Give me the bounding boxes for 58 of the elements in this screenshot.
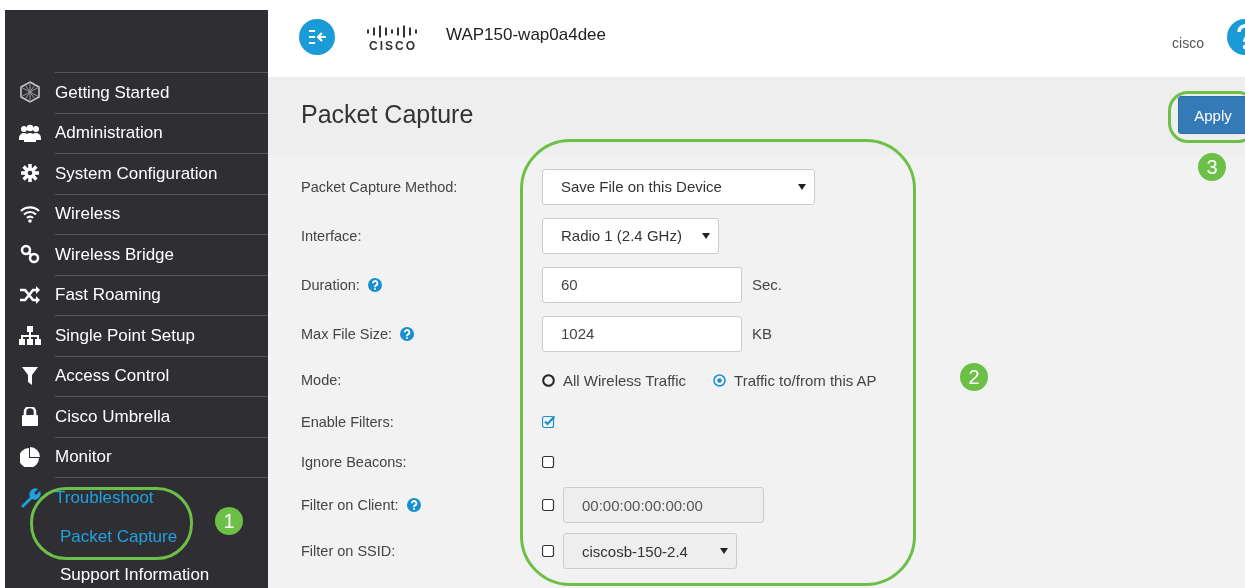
hexagon-icon	[20, 81, 40, 104]
hierarchy-icon	[19, 325, 41, 345]
sidebar-item[interactable]: Getting Started	[55, 82, 170, 103]
option-label: All Wireless Traffic	[563, 371, 687, 389]
sidebar-item[interactable]: Administration	[55, 123, 163, 144]
checkbox[interactable]	[542, 455, 556, 469]
sidebar-item[interactable]: Single Point Setup	[55, 325, 195, 346]
sidebar-item[interactable]: Wireless	[55, 204, 121, 225]
device-name: WAP150-wap0a4dee	[446, 24, 607, 45]
sidebar-subitem[interactable]: Packet Capture	[60, 526, 178, 547]
sidebar-item[interactable]: Troubleshoot	[55, 487, 154, 508]
link-icon	[20, 244, 40, 265]
wifi-icon	[20, 204, 40, 223]
help-icon[interactable]	[400, 326, 415, 341]
sidebar-item[interactable]: Fast Roaming	[55, 285, 161, 306]
sidebar-subitem[interactable]: Support Information	[60, 564, 210, 585]
lock-icon	[21, 406, 39, 426]
page-title: Packet Capture	[301, 100, 475, 129]
funnel-icon	[22, 366, 38, 385]
collapse-menu-button[interactable]	[299, 18, 335, 55]
checkbox[interactable]	[542, 415, 556, 429]
unit-label: Sec.	[752, 276, 782, 293]
input-field[interactable]: 1024	[542, 315, 742, 352]
signal-bars-icon	[366, 24, 420, 38]
pie-chart-icon	[20, 446, 40, 467]
field-label: Enable Filters:	[301, 414, 394, 430]
option-label: Traffic to/from this AP	[734, 371, 877, 389]
sidebar-item[interactable]: Access Control	[55, 366, 170, 387]
field-label: Packet Capture Method:	[301, 178, 458, 195]
radio-button[interactable]	[542, 373, 555, 387]
dropdown[interactable]: Radio 1 (2.4 GHz)	[542, 217, 719, 254]
caret-icon	[798, 183, 806, 190]
field-label: Filter on SSID:	[301, 543, 396, 559]
field-label: Max File Size:	[301, 325, 393, 342]
apply-button[interactable]: Apply	[1178, 96, 1245, 134]
help-icon[interactable]	[367, 277, 382, 292]
unit-label: KB	[752, 325, 772, 342]
input-field[interactable]: 60	[542, 266, 742, 303]
field-label: Interface:	[301, 227, 362, 244]
sidebar-item[interactable]: System Configuration	[55, 163, 218, 184]
field-label: Filter on Client:	[301, 497, 399, 513]
logo-text: CISCO	[369, 38, 417, 53]
field-label: Ignore Beacons:	[301, 454, 407, 470]
users-icon	[19, 123, 41, 142]
sidebar-item[interactable]: Wireless Bridge	[55, 244, 175, 265]
help-icon[interactable]	[1225, 16, 1245, 57]
radio-button[interactable]	[713, 373, 727, 387]
caret-icon	[720, 548, 728, 554]
shuffle-icon	[19, 284, 41, 305]
dropdown[interactable]: Save File on this Device	[542, 168, 815, 205]
field-label: Duration:	[301, 276, 360, 293]
caret-icon	[702, 232, 710, 239]
gear-icon	[21, 164, 39, 183]
field-label: Mode:	[301, 372, 342, 388]
wrench-icon	[19, 486, 41, 509]
sidebar-item[interactable]: Monitor	[55, 447, 112, 468]
user-name: cisco	[1172, 34, 1204, 51]
sidebar-item[interactable]: Cisco Umbrella	[55, 406, 171, 427]
